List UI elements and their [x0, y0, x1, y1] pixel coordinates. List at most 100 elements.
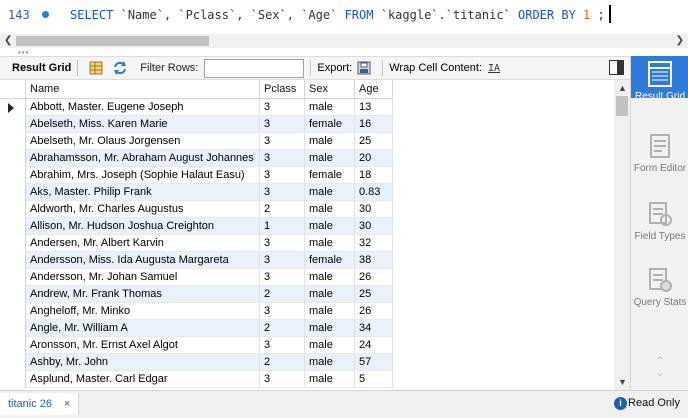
row-gutter[interactable]: [0, 116, 26, 133]
row-gutter[interactable]: [0, 218, 26, 235]
cell-age[interactable]: 16: [355, 116, 393, 133]
cell-age[interactable]: 13: [355, 99, 393, 116]
cell-sex[interactable]: female: [305, 167, 355, 184]
column-header-sex[interactable]: Sex: [305, 80, 355, 99]
cell-sex[interactable]: male: [305, 235, 355, 252]
row-gutter[interactable]: [0, 150, 26, 167]
toggle-side-panel-icon[interactable]: [609, 60, 624, 75]
table-row[interactable]: Aks, Master. Philip Frank 3 male 0.83: [0, 184, 393, 201]
cell-pclass[interactable]: 3: [260, 99, 305, 116]
cell-name[interactable]: Andersson, Mr. Johan Samuel: [26, 269, 260, 286]
table-row[interactable]: Asplund, Master. Carl Edgar 3 male 5: [0, 371, 393, 388]
scroll-right-icon[interactable]: ❯: [676, 35, 684, 46]
cell-pclass[interactable]: 3: [260, 167, 305, 184]
scroll-up-icon[interactable]: ▲: [618, 83, 627, 93]
cell-sex[interactable]: male: [305, 201, 355, 218]
row-gutter[interactable]: [0, 167, 26, 184]
cell-pclass[interactable]: 3: [260, 371, 305, 388]
table-row[interactable]: Aldworth, Mr. Charles Augustus 2 male 30: [0, 201, 393, 218]
cell-pclass[interactable]: 2: [260, 354, 305, 371]
row-gutter[interactable]: [0, 201, 26, 218]
cell-name[interactable]: Andrew, Mr. Frank Thomas: [26, 286, 260, 303]
cell-name[interactable]: Aldworth, Mr. Charles Augustus: [26, 201, 260, 218]
column-header-pclass[interactable]: Pclass: [260, 80, 305, 99]
table-row[interactable]: Andersson, Mr. Johan Samuel 3 male 26: [0, 269, 393, 286]
row-gutter[interactable]: [0, 252, 26, 269]
side-item-form-editor[interactable]: Form Editor: [631, 128, 688, 174]
row-gutter[interactable]: [0, 269, 26, 286]
cell-pclass[interactable]: 2: [260, 320, 305, 337]
cell-age[interactable]: 30: [355, 218, 393, 235]
row-gutter[interactable]: [0, 320, 26, 337]
cell-pclass[interactable]: 3: [260, 133, 305, 150]
cell-age[interactable]: 0.83: [355, 184, 393, 201]
table-row[interactable]: Angle, Mr. William A 2 male 34: [0, 320, 393, 337]
cell-name[interactable]: Abelseth, Mr. Olaus Jorgensen: [26, 133, 260, 150]
row-gutter[interactable]: [0, 354, 26, 371]
table-row[interactable]: Andrew, Mr. Frank Thomas 2 male 25: [0, 286, 393, 303]
cell-name[interactable]: Abrahamsson, Mr. Abraham August Johannes: [26, 150, 260, 167]
table-row[interactable]: Abelseth, Miss. Karen Marie 3 female 16: [0, 116, 393, 133]
cell-pclass[interactable]: 2: [260, 286, 305, 303]
cell-sex[interactable]: male: [305, 184, 355, 201]
cell-name[interactable]: Aronsson, Mr. Ernst Axel Algot: [26, 337, 260, 354]
side-panel-scroll[interactable]: ⌃ ⌄: [631, 355, 688, 378]
close-tab-icon[interactable]: ×: [64, 398, 70, 410]
cell-age[interactable]: 30: [355, 201, 393, 218]
cell-name[interactable]: Asplund, Master. Carl Edgar: [26, 371, 260, 388]
cell-age[interactable]: 26: [355, 269, 393, 286]
sql-statement[interactable]: SELECT `Name`, `Pclass`, `Sex`, `Age` FR…: [70, 8, 605, 22]
cell-name[interactable]: Allison, Mr. Hudson Joshua Creighton: [26, 218, 260, 235]
scroll-left-icon[interactable]: ❮: [4, 35, 12, 46]
grid-vertical-scrollbar[interactable]: ▲ ▼: [614, 80, 630, 390]
cell-age[interactable]: 25: [355, 133, 393, 150]
cell-name[interactable]: Angheloff, Mr. Minko: [26, 303, 260, 320]
cell-pclass[interactable]: 3: [260, 303, 305, 320]
row-gutter[interactable]: [0, 235, 26, 252]
row-gutter[interactable]: [0, 303, 26, 320]
row-gutter[interactable]: [0, 133, 26, 150]
cell-age[interactable]: 38: [355, 252, 393, 269]
table-row[interactable]: Abbott, Master. Eugene Joseph 3 male 13: [0, 99, 393, 116]
cell-sex[interactable]: female: [305, 252, 355, 269]
result-tab-titanic[interactable]: titanic 26 ×: [0, 393, 80, 415]
cell-pclass[interactable]: 3: [260, 337, 305, 354]
cell-sex[interactable]: female: [305, 116, 355, 133]
cell-pclass[interactable]: 2: [260, 201, 305, 218]
cell-name[interactable]: Andersen, Mr. Albert Karvin: [26, 235, 260, 252]
table-row[interactable]: Andersen, Mr. Albert Karvin 3 male 32: [0, 235, 393, 252]
side-item-result-grid[interactable]: Result Grid: [631, 56, 688, 102]
cell-sex[interactable]: male: [305, 269, 355, 286]
side-item-query-stats[interactable]: Query Stats: [631, 262, 688, 308]
cell-name[interactable]: Abrahim, Mrs. Joseph (Sophie Halaut Easu…: [26, 167, 260, 184]
table-row[interactable]: Aronsson, Mr. Ernst Axel Algot 3 male 24: [0, 337, 393, 354]
export-icon[interactable]: [356, 60, 372, 76]
cell-age[interactable]: 26: [355, 303, 393, 320]
cell-age[interactable]: 5: [355, 371, 393, 388]
grid-layout-icon[interactable]: [88, 60, 104, 76]
cell-pclass[interactable]: 3: [260, 235, 305, 252]
scroll-down-icon[interactable]: ▼: [618, 377, 627, 387]
cell-sex[interactable]: male: [305, 218, 355, 235]
cell-age[interactable]: 57: [355, 354, 393, 371]
row-gutter[interactable]: [0, 184, 26, 201]
cell-name[interactable]: Andersson, Miss. Ida Augusta Margareta: [26, 252, 260, 269]
cell-age[interactable]: 18: [355, 167, 393, 184]
table-row[interactable]: Abelseth, Mr. Olaus Jorgensen 3 male 25: [0, 133, 393, 150]
cell-sex[interactable]: male: [305, 371, 355, 388]
cell-pclass[interactable]: 3: [260, 269, 305, 286]
result-grid-label[interactable]: Result Grid: [12, 62, 71, 74]
cell-age[interactable]: 34: [355, 320, 393, 337]
cell-sex[interactable]: male: [305, 133, 355, 150]
cell-name[interactable]: Angle, Mr. William A: [26, 320, 260, 337]
table-row[interactable]: Andersson, Miss. Ida Augusta Margareta 3 f…: [0, 252, 393, 269]
table-row[interactable]: Abrahamsson, Mr. Abraham August Johannes…: [0, 150, 393, 167]
table-row[interactable]: Allison, Mr. Hudson Joshua Creighton 1 mal…: [0, 218, 393, 235]
row-gutter[interactable]: [0, 371, 26, 388]
side-item-field-types[interactable]: Field Types: [631, 196, 688, 242]
cell-sex[interactable]: male: [305, 303, 355, 320]
cell-pclass[interactable]: 3: [260, 116, 305, 133]
cell-age[interactable]: 32: [355, 235, 393, 252]
row-gutter[interactable]: [0, 337, 26, 354]
result-grid[interactable]: Name Pclass Sex Age Abbott, Master. Euge…: [0, 80, 630, 390]
